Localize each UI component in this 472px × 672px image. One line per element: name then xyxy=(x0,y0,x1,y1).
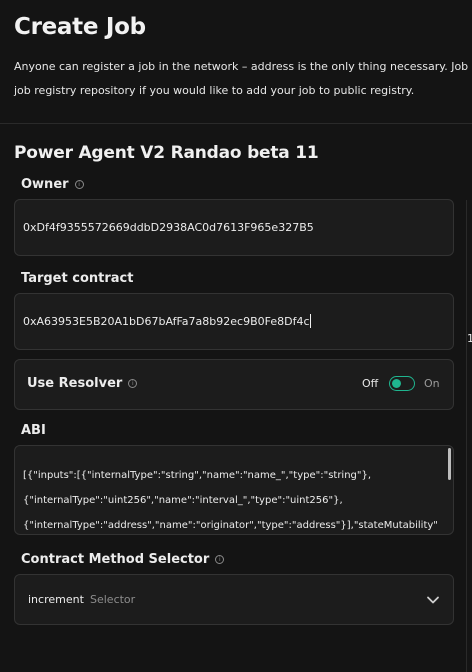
abi-line: [{"inputs":[{"internalType":"string","na… xyxy=(23,470,372,481)
owner-label: Owner i xyxy=(21,177,84,192)
selector-placeholder: Selector xyxy=(90,593,136,606)
owner-field[interactable]: 0xDf4f9355572669ddbD2938AC0d7613F965e327… xyxy=(14,199,454,256)
use-resolver-toggle[interactable] xyxy=(389,376,415,391)
resolver-on-label: On xyxy=(424,377,440,390)
description-line-2: job registry repository if you would lik… xyxy=(14,84,415,97)
abi-scrollbar[interactable] xyxy=(448,448,451,480)
abi-line: {"internalType":"uint256","name":"interv… xyxy=(23,495,343,506)
chevron-down-icon[interactable] xyxy=(425,592,441,608)
use-resolver-row: Use Resolver i Off On xyxy=(14,359,454,410)
owner-value: 0xDf4f9355572669ddbD2938AC0d7613F965e327… xyxy=(23,221,314,234)
header-divider xyxy=(0,123,472,124)
side-panel-text-fragment: 1 xyxy=(467,332,472,345)
target-contract-value-wrap: 0xA63953E5B20A1bD67bAfFa7a8b92ec9B0Fe8Df… xyxy=(23,314,311,329)
abi-textarea[interactable]: [{"inputs":[{"internalType":"string","na… xyxy=(14,445,454,535)
info-icon[interactable]: i xyxy=(74,180,84,189)
use-resolver-label-text: Use Resolver xyxy=(27,376,123,391)
target-contract-input[interactable]: 0xA63953E5B20A1bD67bAfFa7a8b92ec9B0Fe8Df… xyxy=(14,293,454,350)
description-line-1: Anyone can register a job in the network… xyxy=(14,60,472,73)
target-contract-value: 0xA63953E5B20A1bD67bAfFa7a8b92ec9B0Fe8Df… xyxy=(23,315,310,328)
selected-method: increment xyxy=(28,593,84,606)
abi-label: ABI xyxy=(21,423,46,438)
page-title: Create Job xyxy=(14,14,146,40)
method-selector-dropdown[interactable]: increment Selector xyxy=(14,574,454,625)
create-job-page: Create Job Anyone can register a job in … xyxy=(0,0,472,672)
target-contract-label: Target contract xyxy=(21,271,134,286)
method-selector-label-text: Contract Method Selector xyxy=(21,552,210,567)
info-icon[interactable]: i xyxy=(215,555,225,564)
side-panel-edge xyxy=(466,200,472,672)
page-header: Create Job Anyone can register a job in … xyxy=(0,0,472,123)
resolver-off-label: Off xyxy=(362,377,379,390)
owner-label-text: Owner xyxy=(21,177,69,192)
toggle-knob xyxy=(392,379,401,388)
abi-line: {"internalType":"address","name":"origin… xyxy=(23,520,438,531)
use-resolver-label: Use Resolver i xyxy=(27,376,138,391)
method-selector-label: Contract Method Selector i xyxy=(21,552,225,567)
info-icon[interactable]: i xyxy=(128,379,138,388)
job-name-title: Power Agent V2 Randao beta 11 xyxy=(14,143,319,163)
abi-content: [{"inputs":[{"internalType":"string","na… xyxy=(23,463,451,534)
page-description: Anyone can register a job in the network… xyxy=(14,55,472,103)
text-cursor xyxy=(309,314,311,328)
